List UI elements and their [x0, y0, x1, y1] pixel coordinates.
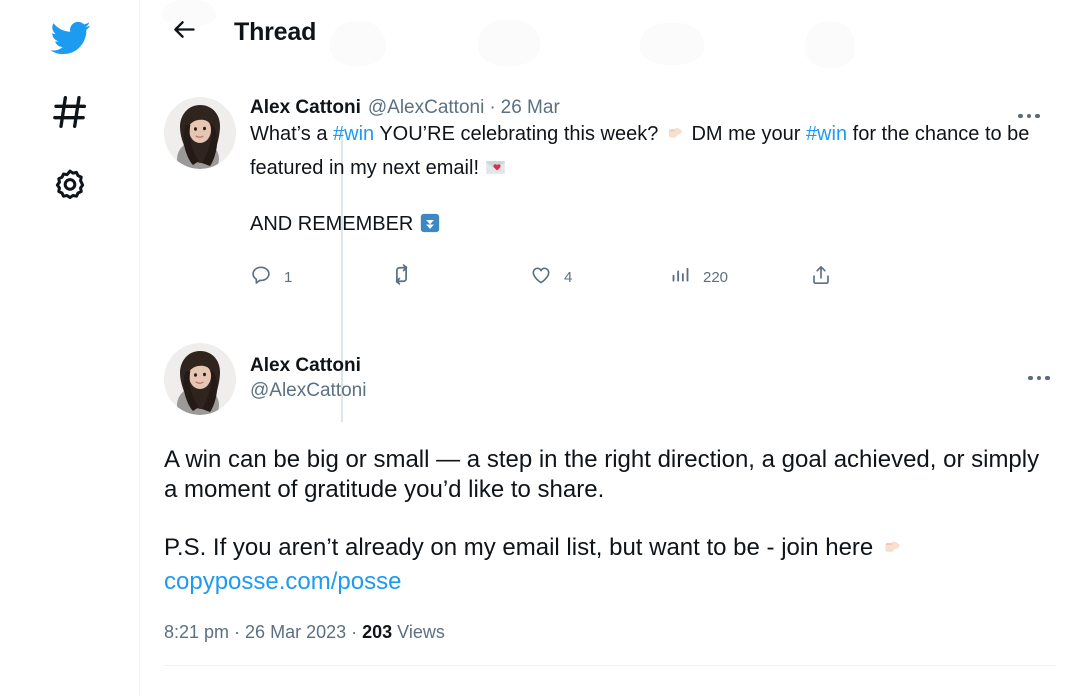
sidebar-item-settings[interactable]: [38, 156, 102, 220]
dot: [1018, 113, 1023, 119]
avatar[interactable]: [164, 343, 236, 415]
more-options-button[interactable]: [1012, 99, 1046, 133]
sidebar-item-home-twitter[interactable]: [38, 8, 102, 72]
dot: [1026, 113, 1032, 119]
dot: [1035, 113, 1040, 119]
author-handle[interactable]: @AlexCattoni: [368, 97, 484, 119]
twitter-bird-icon: [49, 17, 91, 64]
sidebar-item-explore[interactable]: [38, 82, 102, 146]
like-icon: [530, 264, 552, 291]
reply-count: 1: [284, 268, 293, 286]
retweet-icon: [390, 263, 413, 291]
twitter-thread-page: Thread Alex Cattoni @AlexCattoni · 26 Ma…: [0, 0, 1080, 696]
focused-tweet-meta: 8:21 pm · 26 Mar 2023 · 203 Views: [164, 622, 1056, 643]
tweet-header-row: Alex Cattoni @AlexCattoni · 26 Mar: [250, 97, 1046, 119]
share-icon: [810, 264, 832, 291]
remember-text: AND REMEMBER: [250, 213, 414, 235]
text-segment: What’s a: [250, 123, 333, 145]
page-title: Thread: [234, 17, 317, 46]
focused-paragraph-1: A win can be big or small — a step in th…: [164, 446, 1040, 503]
back-button[interactable]: [164, 12, 204, 52]
analytics-icon: [670, 264, 691, 290]
down-arrow-emoji: [419, 212, 441, 243]
meta-views-count: 203: [362, 622, 393, 642]
pointing-right-emoji: [664, 122, 686, 153]
hashtag-link[interactable]: #win: [333, 123, 374, 145]
tweet-action-bar: 1 4 220: [250, 263, 910, 313]
hashtag-icon: [50, 92, 90, 137]
tweet-parent: Alex Cattoni @AlexCattoni · 26 Mar What’…: [164, 64, 1056, 313]
more-options-button[interactable]: [1022, 361, 1056, 395]
meta-views-label: Views: [392, 622, 445, 642]
external-link[interactable]: copyposse.com/posse: [164, 568, 401, 595]
meta-separator: ·: [346, 622, 363, 642]
like-count: 4: [564, 268, 573, 286]
views-button[interactable]: 220: [670, 264, 810, 290]
section-divider: [164, 665, 1056, 666]
arrow-left-icon: [171, 16, 198, 48]
author-name[interactable]: Alex Cattoni: [250, 354, 366, 378]
main-column: Thread Alex Cattoni @AlexCattoni · 26 Ma…: [140, 0, 1080, 696]
tweet-paragraph-1: What’s a #win YOU’RE celebrating this we…: [250, 119, 1046, 187]
tweet-focused: Alex Cattoni @AlexCattoni A win can be b…: [164, 313, 1056, 666]
author-name[interactable]: Alex Cattoni: [250, 97, 361, 119]
tweet-timestamp[interactable]: 26 Mar: [501, 97, 560, 119]
share-button[interactable]: [810, 264, 832, 291]
pointing-right-emoji: [880, 535, 904, 567]
text-segment: DM me your: [685, 123, 806, 145]
text-segment: YOU’RE celebrating this week?: [374, 123, 664, 145]
dot: [1028, 375, 1033, 381]
dot: [1036, 375, 1042, 381]
meta-time: 8:21 pm: [164, 622, 230, 642]
focused-tweet-text: A win can be big or small — a step in th…: [164, 445, 1056, 597]
dot: [1045, 375, 1050, 381]
reply-button[interactable]: 1: [250, 264, 390, 291]
meta-separator: ·: [229, 622, 246, 642]
tweet-text: What’s a #win YOU’RE celebrating this we…: [250, 119, 1046, 243]
thread-container: Alex Cattoni @AlexCattoni · 26 Mar What’…: [140, 64, 1080, 666]
avatar[interactable]: [164, 97, 236, 169]
thread-header: Thread: [140, 0, 1080, 64]
tweet-content: Alex Cattoni @AlexCattoni · 26 Mar What’…: [236, 97, 1056, 313]
meta-date: 26 Mar 2023: [245, 622, 347, 642]
tweet-paragraph-2: AND REMEMBER: [250, 209, 1046, 243]
sidebar-nav: [0, 0, 140, 696]
focused-author-block: Alex Cattoni @AlexCattoni: [236, 343, 366, 415]
separator-dot: ·: [489, 97, 496, 118]
love-letter-emoji: [485, 157, 506, 187]
reply-icon: [250, 264, 272, 291]
like-button[interactable]: 4: [530, 264, 670, 291]
focused-tweet-header: Alex Cattoni @AlexCattoni: [164, 343, 1056, 415]
retweet-button[interactable]: [390, 263, 530, 291]
views-count: 220: [703, 268, 729, 286]
gear-icon: [51, 167, 89, 210]
focused-paragraph-2: P.S. If you aren’t already on my email l…: [164, 533, 1056, 597]
author-handle[interactable]: @AlexCattoni: [250, 378, 366, 404]
ps-text: P.S. If you aren’t already on my email l…: [164, 534, 880, 561]
hashtag-link[interactable]: #win: [806, 123, 847, 145]
